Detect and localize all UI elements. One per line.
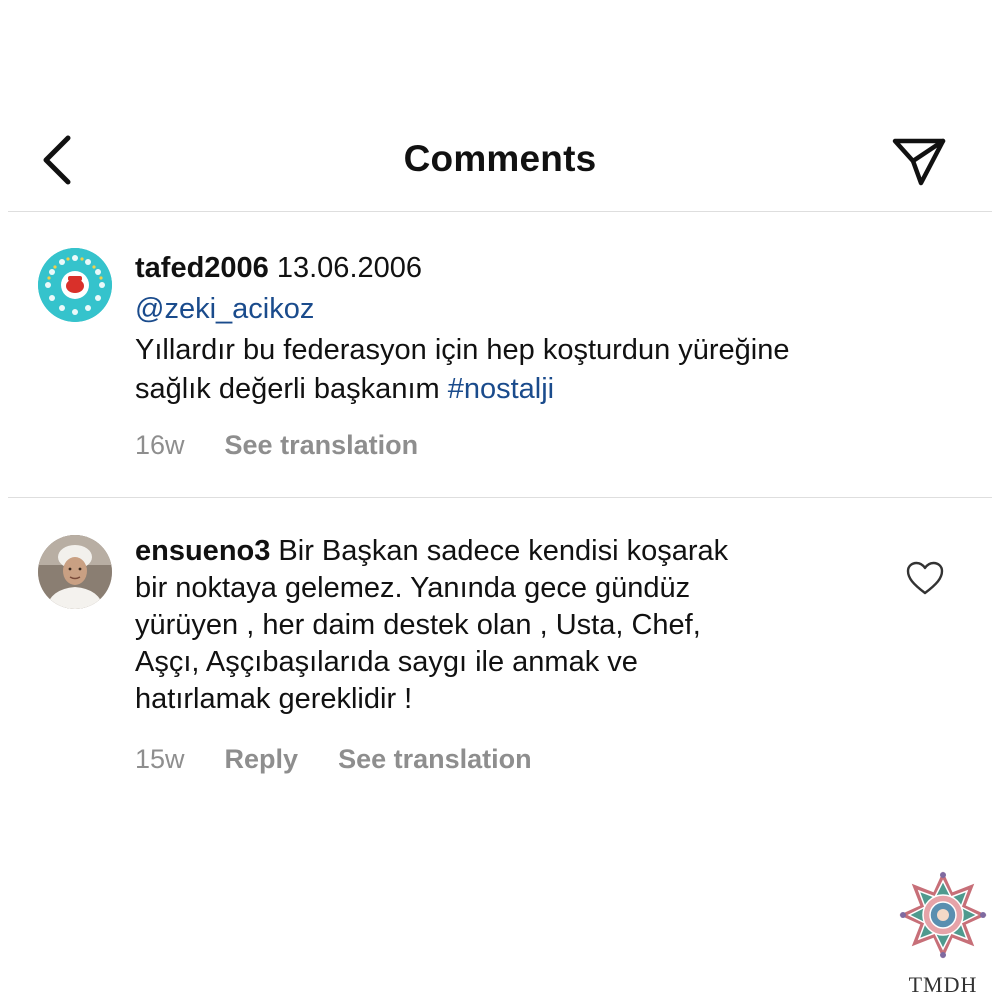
comment-line-text: sağlık değerli başkanım — [135, 373, 448, 405]
watermark-label: TMDH — [908, 972, 978, 997]
comment-line: hatırlamak gereklidir ! — [135, 683, 413, 715]
paper-plane-icon — [892, 138, 946, 186]
comment-username[interactable]: ensueno3 — [135, 535, 270, 567]
see-translation-button[interactable]: See translation — [225, 430, 419, 461]
comment-line: sağlık değerli başkanım #nostalji — [135, 371, 790, 408]
reply-button[interactable]: Reply — [225, 744, 299, 775]
comment-first-line: tafed2006 13.06.2006 — [135, 250, 790, 287]
share-button[interactable] — [888, 130, 950, 192]
header-divider — [8, 211, 992, 212]
comment-date-text: 13.06.2006 — [268, 252, 423, 284]
avatar-ensueno3[interactable] — [38, 535, 112, 609]
comment-age: 15w — [135, 744, 185, 774]
comment-line: bir noktaya gelemez. Yanında gece gündüz — [135, 572, 691, 604]
comment-body: ensueno3 Bir Başkan sadece kendisi koşar… — [135, 533, 728, 718]
comment-username[interactable]: tafed2006 — [135, 252, 269, 284]
user-photo-icon — [38, 535, 112, 609]
comment-age: 16w — [135, 430, 185, 460]
comment-meta: 15w Reply See translation — [135, 744, 572, 775]
comment-line-text: Bir Başkan sadece kendisi koşarak — [270, 535, 729, 567]
comment-line: Aşçı, Aşçıbaşılarıda saygı ile anmak ve — [135, 646, 638, 678]
avatar-logo-icon — [38, 248, 112, 322]
ornament-logo-icon — [894, 866, 992, 964]
see-translation-button[interactable]: See translation — [338, 744, 532, 775]
avatar-tafed2006[interactable] — [38, 248, 112, 322]
comment-line: Yıllardır bu federasyon için hep koşturd… — [135, 334, 790, 366]
comments-header: Comments — [0, 110, 1000, 210]
mention-link[interactable]: @zeki_acikoz — [135, 291, 790, 328]
comment-line: ensueno3 Bir Başkan sadece kendisi koşar… — [135, 533, 728, 570]
page-title: Comments — [403, 138, 597, 179]
comment-body: tafed2006 13.06.2006 @zeki_acikoz Yıllar… — [135, 250, 790, 408]
comment-line: yürüyen , her daim destek olan , Usta, C… — [135, 609, 701, 641]
hashtag-link[interactable]: #nostalji — [448, 373, 554, 405]
comment-meta: 16w See translation — [135, 430, 458, 461]
tmdh-watermark: TMDH — [893, 865, 993, 997]
like-heart-icon[interactable] — [905, 560, 945, 596]
comment-divider — [8, 497, 992, 498]
